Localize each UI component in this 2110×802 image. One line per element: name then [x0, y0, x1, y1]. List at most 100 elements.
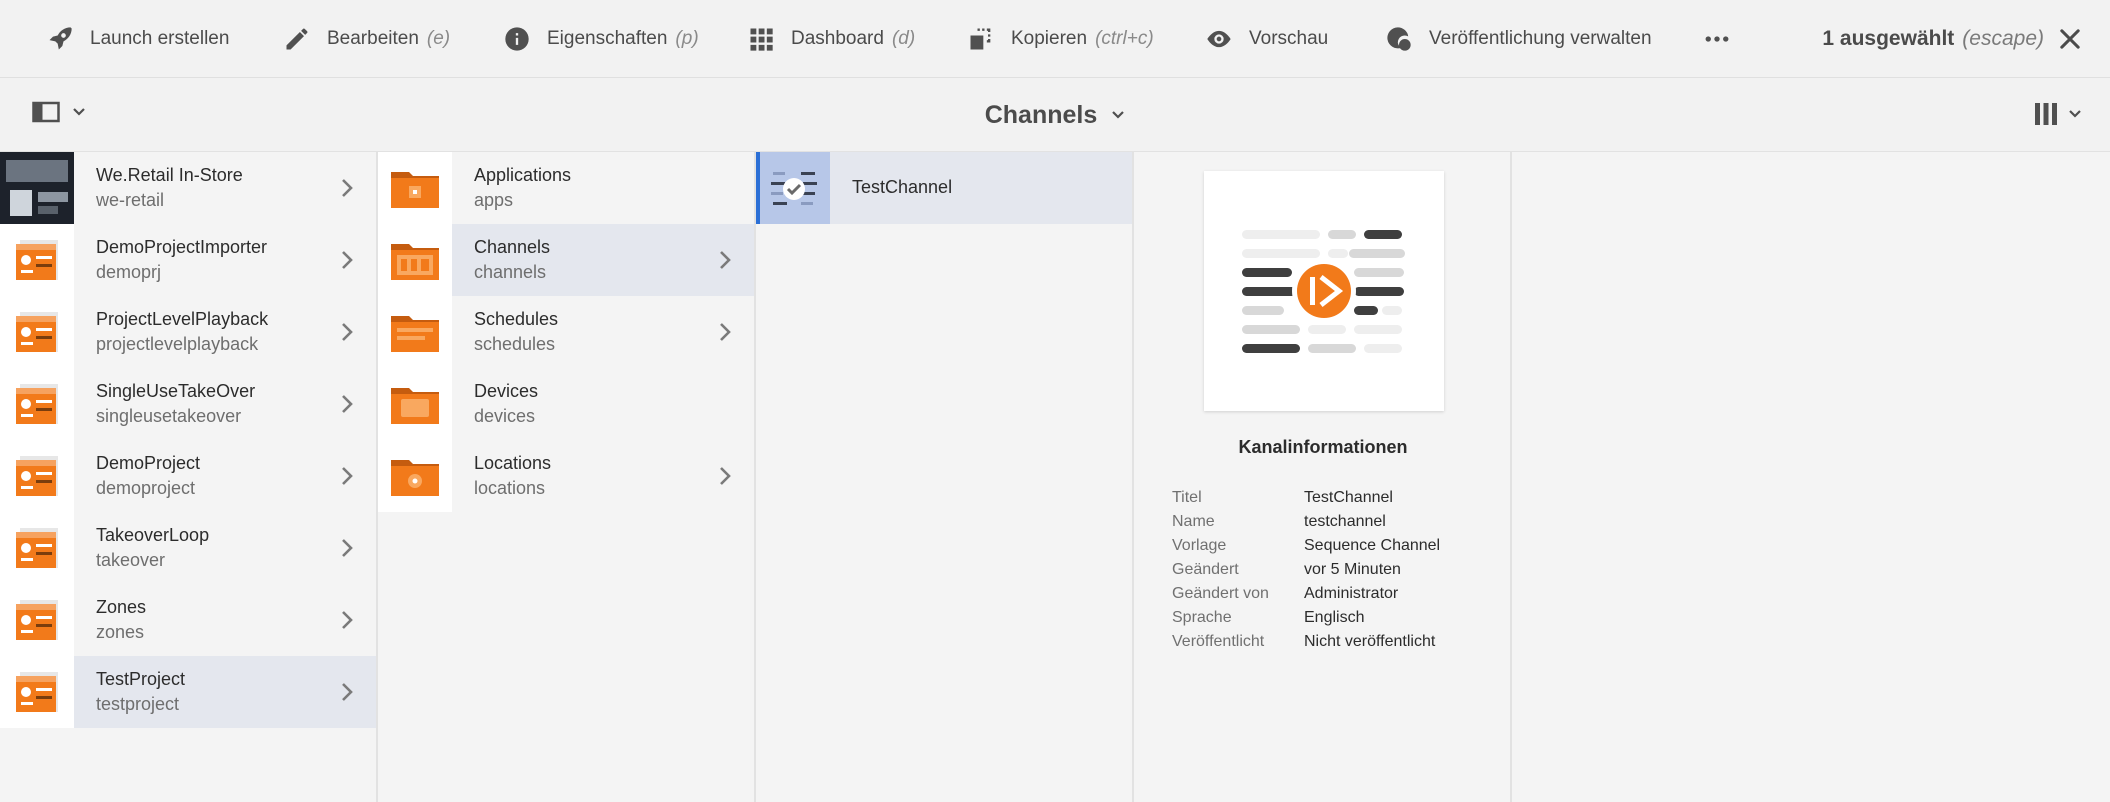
- page-title[interactable]: Channels: [985, 101, 1126, 130]
- chevron-right-icon: [720, 467, 731, 485]
- column-view-icon: [2035, 103, 2057, 125]
- chevron-down-icon: [2069, 110, 2081, 118]
- list-item-subtitle: testproject: [96, 694, 180, 714]
- rail-toggle-icon: [32, 101, 60, 123]
- folder-icon: [378, 440, 452, 512]
- list-item[interactable]: TakeoverLoop takeover: [0, 512, 376, 584]
- preview-button[interactable]: Vorschau: [1205, 0, 1328, 78]
- list-item-title: Zones: [96, 597, 147, 617]
- folder-icon: [378, 152, 452, 224]
- metadata-value: Nicht veröffentlicht: [1304, 633, 1436, 650]
- list-item[interactable]: Devices devices: [378, 368, 754, 440]
- chevron-right-icon: [342, 683, 353, 701]
- list-item[interactable]: Applications apps: [378, 152, 754, 224]
- properties-button[interactable]: Eigenschaften (p): [503, 0, 699, 78]
- sequence-channel-preview-icon: [1242, 230, 1405, 353]
- project-thumbnail: [0, 224, 74, 296]
- list-item[interactable]: Channels channels: [378, 224, 754, 296]
- list-item-subtitle: channels: [474, 262, 547, 282]
- channel-metadata: Titel TestChannel Name testchannel Vorlage…: [1172, 486, 1440, 654]
- more-button[interactable]: [1703, 0, 1731, 78]
- eye-icon: [1207, 30, 1231, 48]
- list-item-subtitle: apps: [474, 190, 514, 210]
- list-item[interactable]: ProjectLevelPlayback projectlevelplaybac…: [0, 296, 376, 368]
- metadata-key: Name: [1172, 513, 1215, 530]
- list-item-title: DemoProjectImporter: [96, 237, 268, 257]
- list-item-testchannel[interactable]: TestChannel: [756, 152, 1132, 224]
- folder-icon: [378, 296, 452, 368]
- list-item-subtitle: devices: [474, 406, 536, 426]
- list-item-title: We.Retail In-Store: [96, 165, 243, 185]
- view-switcher-button[interactable]: [2034, 102, 2082, 126]
- metadata-value: testchannel: [1304, 513, 1386, 530]
- list-item-subtitle: demoprj: [96, 262, 162, 282]
- metadata-key: Veröffentlicht: [1172, 633, 1265, 650]
- list-item[interactable]: Zones zones: [0, 584, 376, 656]
- more-horizontal-icon: [1705, 36, 1729, 42]
- list-item-subtitle: takeover: [96, 550, 166, 570]
- copy-shortcut: (ctrl+c): [1095, 28, 1154, 49]
- rocket-icon: [49, 27, 72, 50]
- rail-toggle-button[interactable]: [32, 100, 86, 124]
- grid-icon: [750, 28, 773, 51]
- metadata-key: Geändert: [1172, 561, 1239, 578]
- project-thumbnail: [0, 368, 74, 440]
- metadata-row: Titel TestChannel: [1172, 486, 1440, 510]
- chevron-down-icon: [1112, 111, 1125, 119]
- list-item-title: Applications: [474, 165, 572, 185]
- list-item-title: Locations: [474, 453, 552, 473]
- dashboard-button[interactable]: Dashboard (d): [747, 0, 915, 78]
- metadata-row: Name testchannel: [1172, 510, 1440, 534]
- list-item[interactable]: Schedules schedules: [378, 296, 754, 368]
- metadata-row: Geändert vor 5 Minuten: [1172, 558, 1440, 582]
- metadata-row: Geändert von Administrator: [1172, 582, 1440, 606]
- page-title-label: Channels: [984, 100, 1098, 129]
- list-item[interactable]: We.Retail In-Store we-retail: [0, 152, 376, 224]
- list-item-title: Schedules: [474, 309, 559, 329]
- selection-count-shortcut: (escape): [1962, 27, 2044, 50]
- manage-publication-button[interactable]: Veröffentlichung verwalten: [1385, 0, 1652, 78]
- action-bar: Launch erstellen Bearbeiten (e) Eigensch…: [0, 0, 2110, 78]
- properties-label: Eigenschaften: [547, 28, 668, 49]
- launch-create-button[interactable]: Launch erstellen: [46, 0, 229, 78]
- metadata-value: vor 5 Minuten: [1304, 561, 1401, 578]
- metadata-value: Administrator: [1304, 585, 1399, 602]
- dashboard-label: Dashboard: [791, 28, 884, 49]
- list-item-subtitle: projectlevelplayback: [96, 334, 259, 354]
- chevron-right-icon: [342, 179, 353, 197]
- list-item[interactable]: Locations locations: [378, 440, 754, 512]
- list-item[interactable]: DemoProjectImporter demoprj: [0, 224, 376, 296]
- info-icon: [505, 27, 529, 51]
- project-thumbnail: [0, 440, 74, 512]
- launch-create-label: Launch erstellen: [90, 28, 230, 49]
- list-item-title: ProjectLevelPlayback: [96, 309, 269, 329]
- globe-clock-icon: [1387, 27, 1411, 51]
- list-item-subtitle: zones: [96, 622, 145, 642]
- info-heading: Kanalinformationen: [1238, 437, 1408, 457]
- metadata-value: TestChannel: [1304, 489, 1393, 506]
- edit-button[interactable]: Bearbeiten (e): [283, 0, 450, 78]
- list-item[interactable]: TestProject testproject: [0, 656, 376, 728]
- list-item-title: TakeoverLoop: [96, 525, 210, 545]
- list-item-title: SingleUseTakeOver: [96, 381, 256, 401]
- properties-shortcut: (p): [675, 28, 699, 49]
- channels-column: TestChannel: [756, 152, 1134, 802]
- edit-label: Bearbeiten: [327, 28, 419, 49]
- projects-column: We.Retail In-Store we-retail DemoProject…: [0, 152, 378, 802]
- metadata-value: Sequence Channel: [1304, 537, 1441, 554]
- list-item-subtitle: we-retail: [96, 190, 165, 210]
- list-item[interactable]: DemoProject demoproject: [0, 440, 376, 512]
- metadata-key: Titel: [1172, 489, 1202, 506]
- view-header: Channels: [0, 78, 2110, 152]
- copy-button[interactable]: Kopieren (ctrl+c): [967, 0, 1154, 78]
- list-item[interactable]: SingleUseTakeOver singleusetakeover: [0, 368, 376, 440]
- metadata-key: Vorlage: [1172, 537, 1227, 554]
- selection-count-label: 1 ausgewählt: [1822, 27, 1955, 50]
- chevron-right-icon: [342, 251, 353, 269]
- list-item-title: Channels: [474, 237, 551, 257]
- list-item-subtitle: schedules: [474, 334, 556, 354]
- close-icon[interactable]: [2056, 25, 2084, 53]
- selection-count: 1 ausgewählt (escape): [1822, 0, 2044, 78]
- chevron-right-icon: [342, 467, 353, 485]
- selected-check-icon: [771, 172, 817, 205]
